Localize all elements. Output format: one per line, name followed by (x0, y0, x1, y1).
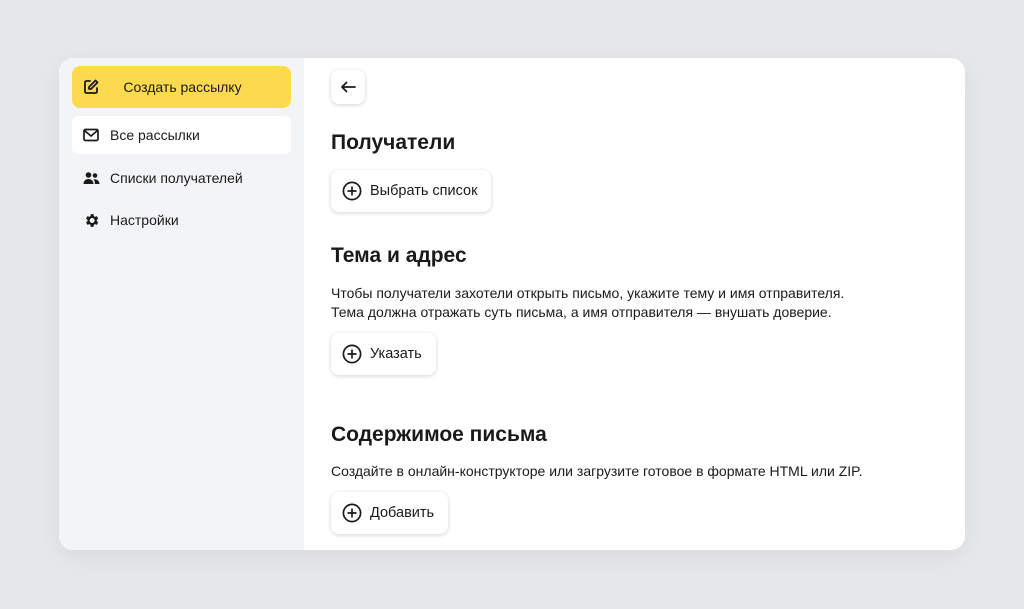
subject-heading: Тема и адрес (331, 244, 467, 267)
gear-icon (82, 211, 100, 229)
sidebar-item-label: Настройки (110, 212, 179, 228)
sidebar-item-label: Списки получателей (110, 170, 243, 186)
add-content-label: Добавить (370, 505, 435, 521)
create-campaign-button[interactable]: Создать рассылку (72, 66, 291, 108)
content-description: Создайте в онлайн-конструкторе или загру… (331, 463, 863, 479)
choose-list-label: Выбрать список (370, 183, 478, 199)
main-content: Получатели Выбрать список Тема и адрес Ч… (304, 58, 965, 550)
sidebar-item-recipient-lists[interactable]: Списки получателей (72, 159, 291, 197)
add-content-button[interactable]: Добавить (331, 492, 449, 534)
content-heading: Содержимое письма (331, 423, 547, 446)
sidebar: Создать рассылку Все рассылки Списки пол… (59, 58, 304, 550)
specify-button[interactable]: Указать (331, 333, 436, 375)
create-campaign-label: Создать рассылку (123, 79, 242, 95)
users-icon (82, 169, 100, 187)
subject-description-line1: Чтобы получатели захотели открыть письмо… (331, 285, 845, 301)
arrow-left-icon (340, 81, 356, 93)
mail-icon (82, 126, 100, 144)
choose-list-button[interactable]: Выбрать список (331, 170, 492, 212)
plus-circle-icon (342, 181, 362, 201)
plus-circle-icon (342, 344, 362, 364)
sidebar-item-all-campaigns[interactable]: Все рассылки (72, 116, 291, 154)
specify-label: Указать (370, 346, 422, 362)
plus-circle-icon (342, 503, 362, 523)
back-button[interactable] (331, 70, 365, 104)
sidebar-item-settings[interactable]: Настройки (72, 201, 291, 239)
recipients-heading: Получатели (331, 131, 456, 154)
app-window: Создать рассылку Все рассылки Списки пол… (59, 58, 965, 550)
edit-icon (82, 78, 100, 96)
sidebar-item-label: Все рассылки (110, 127, 200, 143)
subject-description-line2: Тема должна отражать суть письма, а имя … (331, 304, 832, 320)
